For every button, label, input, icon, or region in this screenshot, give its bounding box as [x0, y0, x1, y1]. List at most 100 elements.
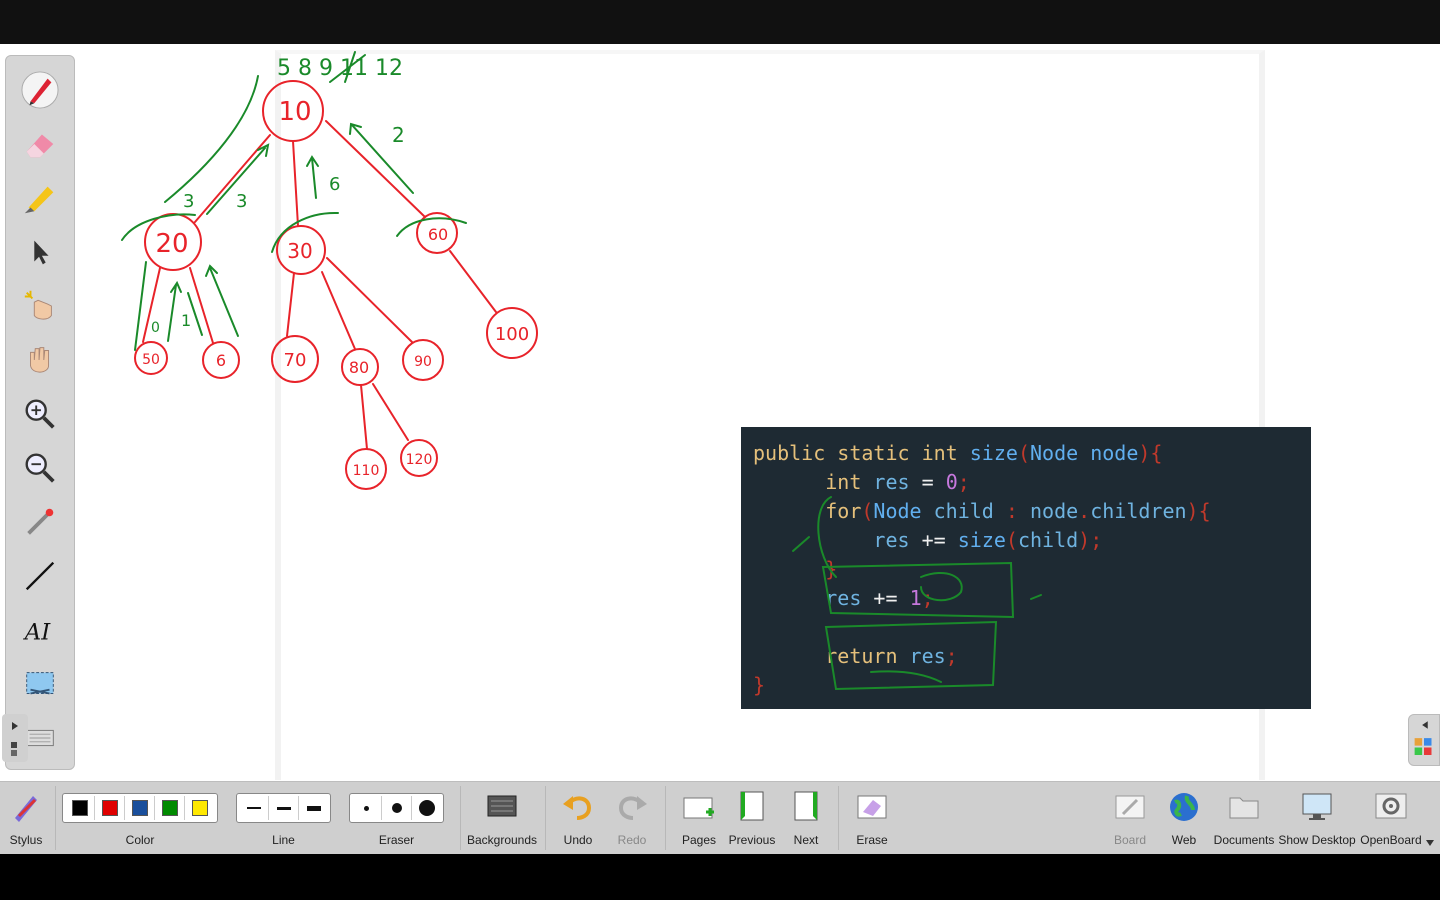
screen-bottom-bar — [0, 854, 1440, 900]
code-line-1: public static int size(Node node){ — [753, 441, 1163, 465]
eraser-small[interactable] — [353, 796, 382, 820]
annotation-1: 1 — [181, 311, 191, 330]
line-thin[interactable] — [240, 796, 269, 820]
next-page-button[interactable]: Next — [786, 782, 826, 855]
globe-icon — [1170, 793, 1198, 821]
interact-icon — [24, 290, 52, 320]
label-6: 6 — [216, 351, 226, 370]
color-blue[interactable] — [126, 796, 155, 820]
label-90: 90 — [414, 354, 432, 370]
eraser-size-group: Eraser — [349, 782, 444, 855]
line-icon — [25, 561, 55, 591]
pen-icon — [21, 71, 59, 109]
hand-icon — [30, 347, 50, 373]
left-toolbar-expander[interactable] — [2, 714, 28, 762]
highlighter-tool[interactable] — [18, 176, 62, 220]
selector-icon — [34, 240, 49, 265]
right-palette-tab[interactable] — [1408, 714, 1440, 766]
annotation-3-right: 3 — [236, 191, 247, 212]
zoom-in-tool[interactable] — [18, 392, 62, 436]
code-line-3: for(Node child : node.children){ — [825, 499, 1211, 523]
annotation-order: 5 8 9 11 12 — [277, 56, 403, 81]
line-width-group: Line — [236, 782, 331, 855]
stylus-icon — [15, 796, 37, 822]
board-icon — [1115, 795, 1145, 819]
board-button[interactable]: Board — [1110, 782, 1150, 855]
laser-pointer-tool[interactable] — [18, 500, 62, 544]
backgrounds-button[interactable]: Backgrounds — [466, 782, 538, 855]
web-button[interactable]: Web — [1164, 782, 1204, 855]
label-50: 50 — [142, 352, 160, 368]
screen-top-bar — [0, 0, 1440, 44]
code-line-9: } — [753, 673, 766, 697]
annotation-6: 6 — [329, 174, 340, 195]
undo-button[interactable]: Undo — [558, 782, 598, 855]
left-toolbar: AI — [5, 55, 75, 770]
eraser-large[interactable] — [413, 796, 441, 820]
highlighter-icon — [24, 186, 54, 214]
code-line-8: return res; — [825, 644, 958, 668]
code-line-6: res += 1; — [825, 586, 934, 610]
annotation-2: 2 — [392, 123, 405, 147]
redo-button[interactable]: Redo — [612, 782, 652, 855]
interact-tool[interactable] — [18, 284, 62, 328]
color-green[interactable] — [156, 796, 186, 820]
label-70: 70 — [284, 350, 307, 371]
annotation-0: 0 — [151, 320, 160, 336]
pages-button[interactable]: Pages — [678, 782, 720, 855]
capture-icon — [26, 672, 54, 695]
label-root: 10 — [278, 97, 311, 127]
laser-pointer-icon — [27, 508, 54, 535]
redo-icon — [618, 796, 647, 820]
pen-tool[interactable] — [18, 68, 62, 112]
stylus-button[interactable]: Stylus — [4, 782, 48, 855]
svg-text:AI: AI — [23, 620, 51, 646]
erase-button[interactable]: Erase — [852, 782, 892, 855]
show-desktop-button[interactable]: Show Desktop — [1278, 782, 1356, 855]
color-red[interactable] — [96, 796, 125, 820]
previous-page-button[interactable]: Previous — [729, 782, 775, 855]
zoom-out-tool[interactable] — [18, 446, 62, 490]
folder-icon — [1229, 797, 1259, 819]
label-110: 110 — [353, 463, 380, 479]
next-page-icon — [794, 791, 818, 821]
undo-icon — [563, 796, 592, 820]
capture-tool[interactable] — [18, 662, 62, 706]
annotation-3-left: 3 — [183, 191, 194, 212]
color-yellow[interactable] — [186, 796, 214, 820]
hand-tool[interactable] — [18, 338, 62, 382]
monitor-icon — [1302, 793, 1332, 820]
documents-button[interactable]: Documents — [1214, 782, 1274, 855]
zoom-out-icon — [25, 453, 55, 483]
line-medium[interactable] — [270, 796, 299, 820]
eraser-medium[interactable] — [383, 796, 412, 820]
expand-arrow-icon — [11, 722, 18, 756]
code-line-2: int res = 0; — [825, 470, 970, 494]
label-60: 60 — [428, 225, 448, 244]
settings-gear-icon — [1375, 793, 1407, 819]
label-120: 120 — [406, 452, 433, 468]
eraser-tool[interactable] — [18, 122, 62, 166]
previous-page-icon — [740, 791, 764, 821]
line-tool[interactable] — [18, 554, 62, 598]
menu-dropdown-icon[interactable] — [1424, 838, 1436, 848]
color-black[interactable] — [66, 796, 95, 820]
add-page-icon — [683, 797, 714, 819]
eraser-icon — [26, 134, 54, 158]
library-icon — [1414, 721, 1432, 755]
bottom-toolbar: Stylus Color Line Eraser Backgrounds Und… — [0, 781, 1440, 854]
label-20: 20 — [155, 229, 188, 259]
label-100: 100 — [495, 324, 529, 345]
code-line-5: } — [825, 557, 838, 581]
backgrounds-icon — [487, 795, 517, 817]
openboard-button[interactable]: OpenBoard — [1360, 782, 1422, 855]
code-line-4: res += size(child); — [873, 528, 1103, 552]
label-30: 30 — [287, 239, 312, 263]
label-80: 80 — [349, 358, 369, 377]
line-thick[interactable] — [300, 796, 328, 820]
text-tool[interactable]: AI — [18, 608, 62, 652]
color-group: Color — [62, 782, 218, 855]
erase-all-icon — [857, 795, 887, 819]
selector-tool[interactable] — [18, 230, 62, 274]
